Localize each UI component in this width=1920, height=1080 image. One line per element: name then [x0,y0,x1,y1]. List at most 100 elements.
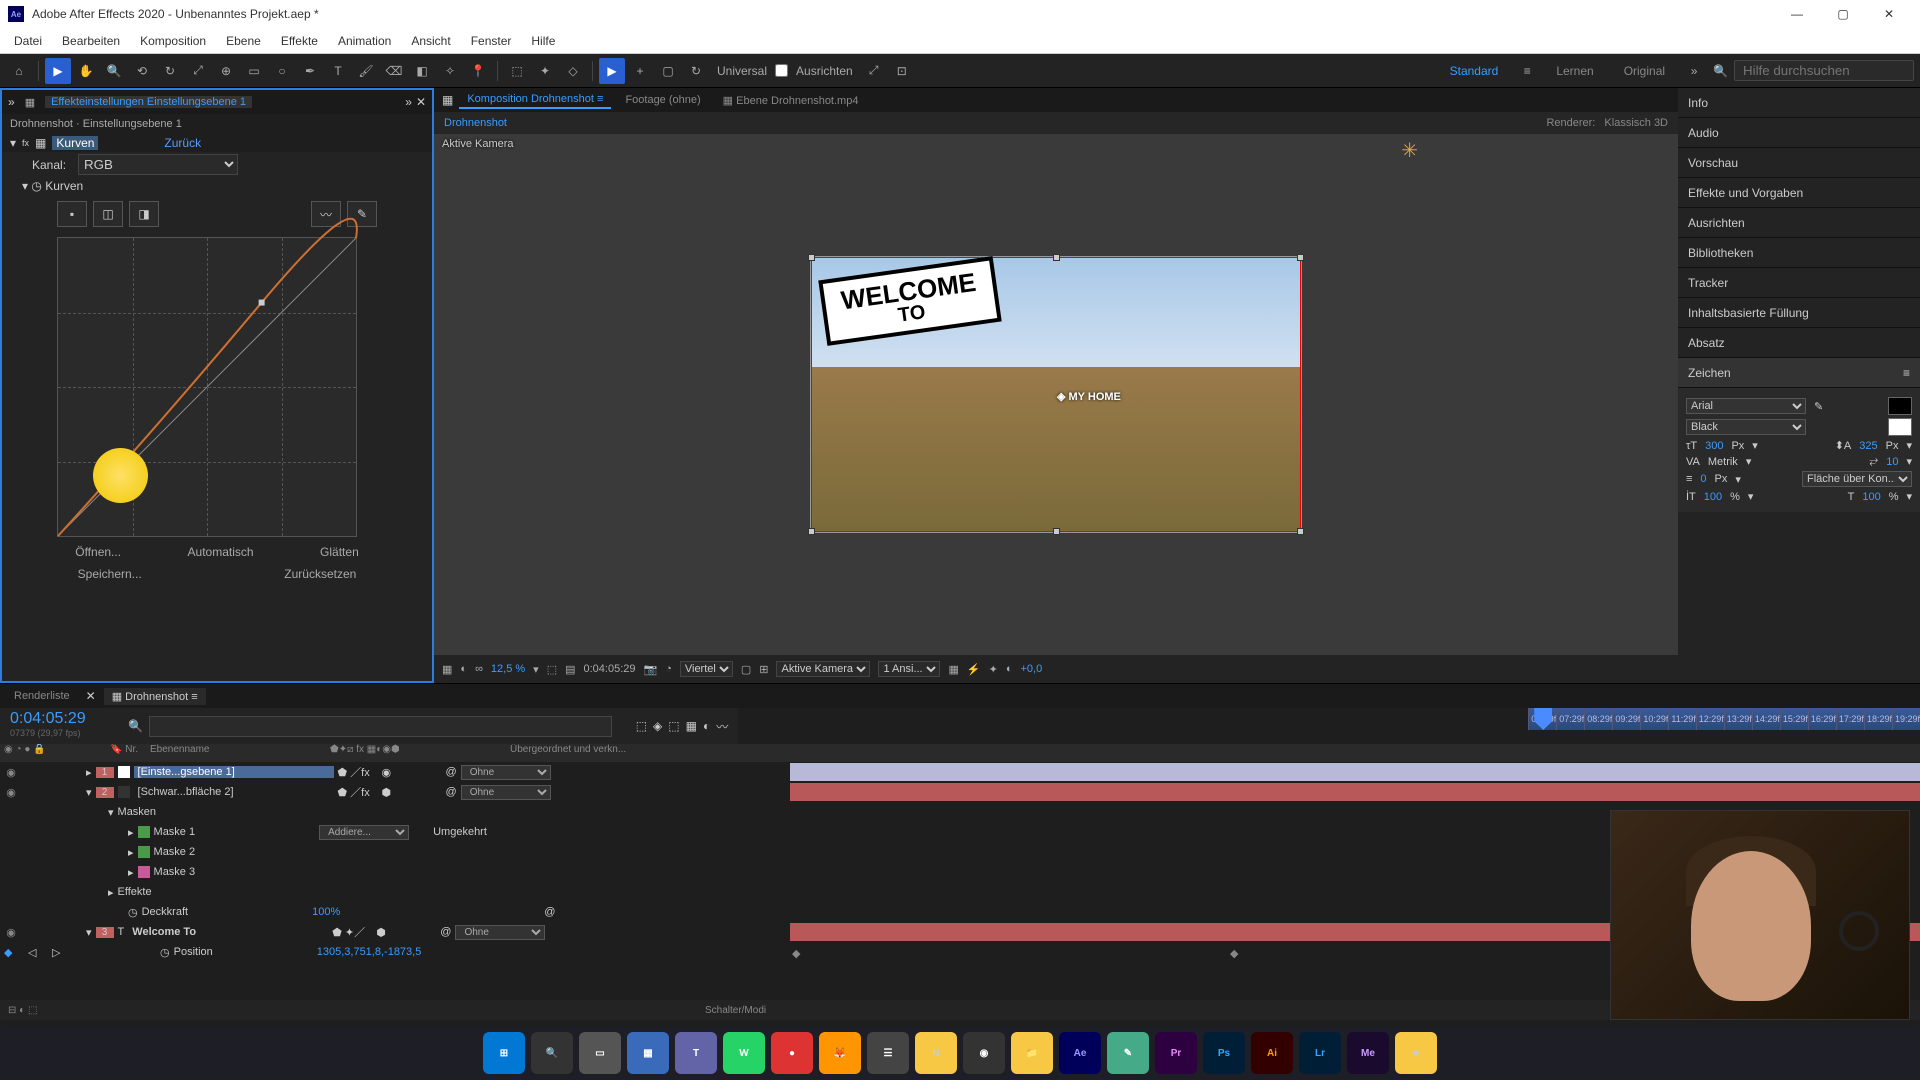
effect-reset-link[interactable]: Zurück [164,136,201,150]
panel-info[interactable]: Info [1678,88,1920,118]
menu-ebene[interactable]: Ebene [216,28,271,54]
fx-badge-icon[interactable]: fx [22,138,29,148]
stamp-tool[interactable]: ⌫ [381,58,407,84]
ausrichten-checkbox[interactable] [775,64,788,77]
vscale-value[interactable]: 100 [1704,491,1722,503]
pixel-aspect-icon[interactable]: ▦ [948,663,958,676]
grid-icon[interactable]: ▦ [442,663,452,676]
taskbar-app[interactable]: ⊞ [483,1032,525,1074]
channel-icon[interactable]: ◔ [665,663,672,675]
curve-pencil-button[interactable]: ✎ [347,201,377,227]
local-axis-icon[interactable]: ⬚ [504,58,530,84]
panel-bibliotheken[interactable]: Bibliotheken [1678,238,1920,268]
stopwatch-icon[interactable]: ◷ [128,906,138,919]
current-time-display[interactable]: 0:04:05:29 07379 (29,97 fps) [0,708,120,744]
kurven-stopwatch-icon[interactable]: ◷ [31,179,41,193]
footage-tab[interactable]: Footage (ohne) [617,92,708,108]
layer-name-2[interactable]: [Schwar...bfläche 2] [134,786,334,798]
menu-effekte[interactable]: Effekte [271,28,328,54]
shy-icon[interactable]: ⬚ [668,719,679,733]
menu-komposition[interactable]: Komposition [130,28,216,54]
timeline-search-icon[interactable]: 🔍 [128,719,143,733]
pen-tool[interactable]: ✒ [297,58,323,84]
layer-bar-1[interactable] [790,763,1920,781]
selection-tool[interactable]: ▶ [45,58,71,84]
curve-auto-button[interactable]: 〰 [311,201,341,227]
layer-tab[interactable]: ▦ Ebene Drohnenshot.mp4 [715,92,867,109]
eyedropper-icon[interactable]: ✎ [1814,400,1823,413]
timecode-display[interactable]: 0:04:05:29 [584,663,636,675]
alpha-icon[interactable]: ∞ [475,663,483,675]
zoom-tool[interactable]: 🔍 [101,58,127,84]
timeline-icon[interactable]: ✦ [989,663,998,676]
close-button[interactable]: ✕ [1866,0,1912,28]
font-weight-dropdown[interactable]: Black [1686,419,1806,435]
text-tool[interactable]: T [325,58,351,84]
mask-icon[interactable]: ◐ [460,663,467,675]
workspace-original[interactable]: Original [1610,64,1679,78]
timeline-search-input[interactable] [149,716,612,737]
snap-icon[interactable]: ⤢ [861,58,887,84]
parent-dropdown-1[interactable]: Ohne [461,765,551,780]
taskbar-app[interactable]: W [723,1032,765,1074]
add-icon[interactable]: + [627,58,653,84]
stroke-order-dropdown[interactable]: Fläche über Kon... [1802,471,1912,487]
brush-tool[interactable]: 🖌 [353,58,379,84]
taskbar-app[interactable]: ★ [1395,1032,1437,1074]
expand-icon[interactable]: ▾ [86,786,92,799]
taskbar-app[interactable]: Pr [1155,1032,1197,1074]
renderer-value[interactable]: Klassisch 3D [1604,117,1668,129]
minimize-button[interactable]: — [1774,0,1820,28]
snapshot-icon[interactable]: 📷 [644,663,658,676]
taskbar-app[interactable]: Ae [1059,1032,1101,1074]
menu-bearbeiten[interactable]: Bearbeiten [52,28,130,54]
view-dropdown[interactable]: Aktive Kamera [776,661,870,677]
visibility-toggle[interactable]: ◉ [4,766,18,779]
hand-tool[interactable]: ✋ [73,58,99,84]
rect-tool[interactable]: ▭ [241,58,267,84]
menu-datei[interactable]: Datei [4,28,52,54]
layer-bar-2[interactable] [790,783,1920,801]
taskbar-app[interactable]: ● [771,1032,813,1074]
panel-tracker[interactable]: Tracker [1678,268,1920,298]
graph-editor-icon[interactable]: 〰 [716,718,728,735]
motion-blur-icon[interactable]: ◐ [703,719,710,733]
visibility-toggle[interactable]: ◉ [4,926,18,939]
renderlist-tab[interactable]: Renderliste [6,688,78,704]
comp-breadcrumb[interactable]: Drohnenshot [444,117,507,129]
panel-more-icon[interactable]: » [405,95,412,109]
panel-vorschau[interactable]: Vorschau [1678,148,1920,178]
tracking-value[interactable]: 10 [1886,456,1898,468]
home-button[interactable]: ⌂ [6,58,32,84]
kanal-dropdown[interactable]: RGB [78,154,238,175]
region-icon[interactable]: ▢ [741,663,751,676]
fast-preview-icon[interactable]: ⚡ [967,663,981,676]
menu-ansicht[interactable]: Ansicht [401,28,460,54]
taskbar-app[interactable]: ◉ [963,1032,1005,1074]
taskbar-app[interactable]: Me [1347,1032,1389,1074]
parent-dropdown-3[interactable]: Ohne [455,925,545,940]
panel-audio[interactable]: Audio [1678,118,1920,148]
panel-effekte[interactable]: Effekte und Vorgaben [1678,178,1920,208]
taskbar-app[interactable]: ▦ [627,1032,669,1074]
curve-mode1-button[interactable]: ▪ [57,201,87,227]
curves-graph[interactable] [57,237,357,537]
project-tab-icon[interactable]: ▦ [19,96,41,109]
taskbar-app[interactable]: 🔍 [531,1032,573,1074]
exposure-value[interactable]: +0,0 [1020,663,1042,675]
taskbar-app[interactable]: ✎ [1107,1032,1149,1074]
taskbar-app[interactable]: ☰ [867,1032,909,1074]
orbit-tool[interactable]: ⟲ [129,58,155,84]
comp-tab[interactable]: Komposition Drohnenshot ≡ [459,91,611,109]
panel-menu-icon[interactable]: » [8,95,15,109]
fx-visibility-icon[interactable]: ▦ [35,136,46,150]
parent-dropdown-2[interactable]: Ohne [461,785,551,800]
eraser-tool[interactable]: ◧ [409,58,435,84]
fill-color-swatch[interactable] [1888,397,1912,415]
num-views-dropdown[interactable]: 1 Ansi... [878,661,940,677]
keyframe-icon[interactable]: ◆ [1230,947,1238,960]
taskbar-app[interactable]: Lr [1299,1032,1341,1074]
help-search-input[interactable] [1734,60,1914,81]
hscale-value[interactable]: 100 [1862,491,1880,503]
rotate-tool[interactable]: ↻ [157,58,183,84]
